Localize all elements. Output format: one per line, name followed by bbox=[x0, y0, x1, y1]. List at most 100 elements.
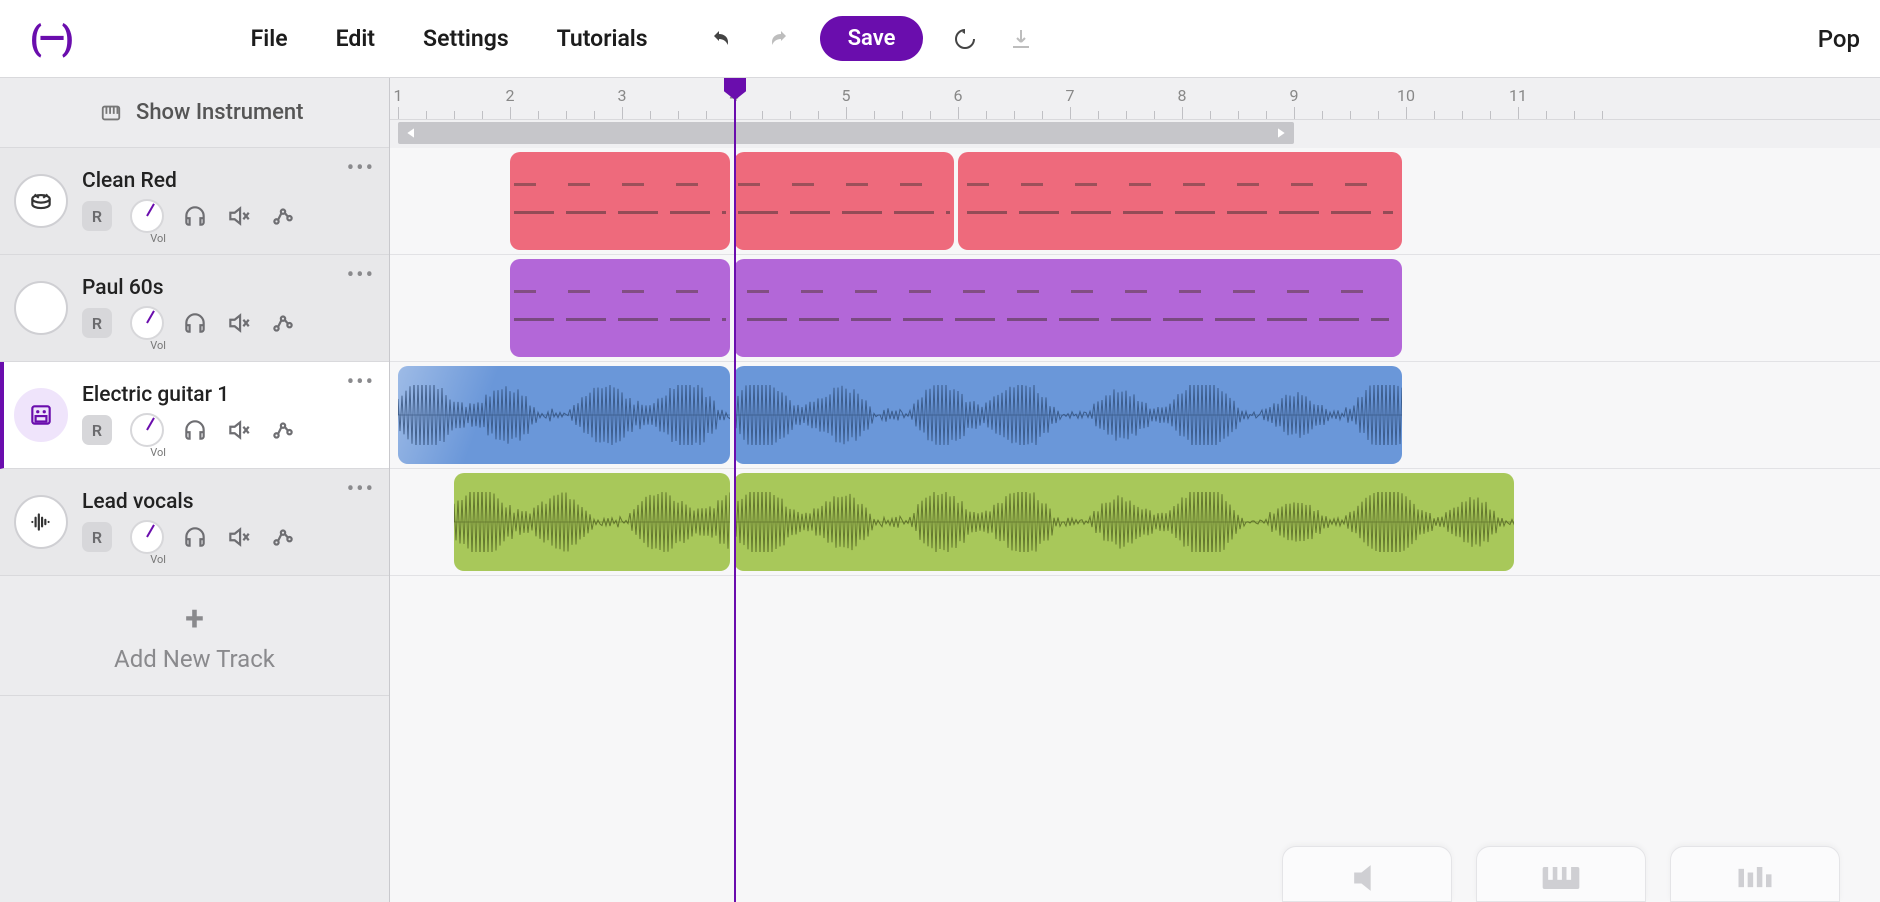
top-toolbar: (—) File Edit Settings Tutorials Save Po… bbox=[0, 0, 1880, 78]
undo-button[interactable] bbox=[708, 25, 736, 53]
ruler-number: 11 bbox=[1509, 86, 1527, 105]
menu-tutorials[interactable]: Tutorials bbox=[557, 25, 648, 52]
track-options-button[interactable]: ••• bbox=[347, 370, 375, 395]
mute-icon bbox=[226, 310, 252, 336]
mute-button[interactable] bbox=[226, 524, 252, 550]
download-button[interactable] bbox=[1007, 25, 1035, 53]
main-menu: File Edit Settings Tutorials bbox=[251, 25, 648, 52]
loop-range-bar[interactable] bbox=[390, 120, 1880, 148]
track-instrument-icon[interactable] bbox=[14, 281, 68, 335]
ruler-number: 2 bbox=[506, 86, 515, 105]
clip[interactable] bbox=[510, 152, 730, 250]
record-arm-button[interactable]: R bbox=[82, 308, 112, 338]
track-instrument-icon[interactable] bbox=[14, 388, 68, 442]
track-info: Paul 60s R Vol bbox=[82, 276, 375, 340]
track-info: Lead vocals R Vol bbox=[82, 490, 375, 554]
volume-knob[interactable]: Vol bbox=[130, 199, 164, 233]
playhead[interactable] bbox=[734, 78, 736, 902]
loop-end-arrow-icon bbox=[1272, 125, 1288, 141]
ruler-number: 3 bbox=[618, 86, 627, 105]
timeline-area: 1234567891011 bbox=[390, 78, 1880, 902]
automation-button[interactable] bbox=[270, 417, 296, 443]
mute-button[interactable] bbox=[226, 203, 252, 229]
track-instrument-icon[interactable] bbox=[14, 174, 68, 228]
project-name[interactable]: Pop bbox=[1818, 25, 1860, 53]
menu-edit[interactable]: Edit bbox=[336, 25, 375, 52]
automation-icon bbox=[270, 524, 296, 550]
mute-icon bbox=[226, 203, 252, 229]
headphones-icon bbox=[182, 524, 208, 550]
add-track-button[interactable]: + Add New Track bbox=[0, 576, 389, 696]
automation-icon bbox=[270, 310, 296, 336]
record-arm-button[interactable]: R bbox=[82, 522, 112, 552]
ruler-number: 1 bbox=[394, 86, 403, 105]
clip[interactable] bbox=[958, 152, 1402, 250]
mute-button[interactable] bbox=[226, 310, 252, 336]
menu-file[interactable]: File bbox=[251, 25, 288, 52]
track-lane[interactable] bbox=[390, 255, 1880, 362]
save-button[interactable]: Save bbox=[820, 16, 924, 61]
headphones-icon bbox=[182, 310, 208, 336]
track-controls: R Vol bbox=[82, 413, 375, 447]
record-arm-button[interactable]: R bbox=[82, 201, 112, 231]
track-lane[interactable] bbox=[390, 362, 1880, 469]
clip[interactable] bbox=[734, 473, 1514, 571]
clip[interactable] bbox=[454, 473, 730, 571]
track-lane[interactable] bbox=[390, 469, 1880, 576]
plus-icon: + bbox=[185, 599, 204, 639]
headphones-button[interactable] bbox=[182, 310, 208, 336]
track-instrument-icon[interactable] bbox=[14, 495, 68, 549]
clip[interactable] bbox=[734, 259, 1402, 357]
clip[interactable] bbox=[734, 366, 1402, 464]
volume-label: Vol bbox=[150, 446, 166, 459]
timeline-ruler[interactable]: 1234567891011 bbox=[390, 78, 1880, 120]
redo-button[interactable] bbox=[764, 25, 792, 53]
timeline-lanes[interactable] bbox=[390, 148, 1880, 576]
track-name-label: Paul 60s bbox=[82, 276, 375, 300]
ruler-number: 6 bbox=[954, 86, 963, 105]
volume-knob[interactable]: Vol bbox=[130, 520, 164, 554]
redo-icon bbox=[766, 27, 790, 51]
track-header[interactable]: Clean Red R Vol ••• bbox=[0, 148, 389, 255]
automation-button[interactable] bbox=[270, 524, 296, 550]
headphones-icon bbox=[182, 203, 208, 229]
clip[interactable] bbox=[734, 152, 954, 250]
dock-card-2[interactable] bbox=[1476, 846, 1646, 902]
headphones-button[interactable] bbox=[182, 524, 208, 550]
track-info: Clean Red R Vol bbox=[82, 169, 375, 233]
track-options-button[interactable]: ••• bbox=[347, 263, 375, 288]
history-button[interactable] bbox=[951, 25, 979, 53]
mixer-icon bbox=[1733, 863, 1777, 893]
clip[interactable] bbox=[510, 259, 730, 357]
waveform-icon bbox=[398, 385, 730, 445]
track-header[interactable]: Electric guitar 1 R Vol ••• bbox=[0, 362, 389, 469]
track-lane[interactable] bbox=[390, 148, 1880, 255]
track-header[interactable]: Lead vocals R Vol ••• bbox=[0, 469, 389, 576]
app-logo[interactable]: (—) bbox=[30, 19, 71, 59]
track-options-button[interactable]: ••• bbox=[347, 477, 375, 502]
volume-knob[interactable]: Vol bbox=[130, 306, 164, 340]
volume-label: Vol bbox=[150, 339, 166, 352]
show-instrument-button[interactable]: Show Instrument bbox=[0, 78, 389, 148]
track-name-label: Electric guitar 1 bbox=[82, 383, 375, 407]
waveform-icon bbox=[454, 492, 730, 552]
undo-icon bbox=[710, 27, 734, 51]
automation-button[interactable] bbox=[270, 310, 296, 336]
dock-card-1[interactable] bbox=[1282, 846, 1452, 902]
volume-knob[interactable]: Vol bbox=[130, 413, 164, 447]
mute-button[interactable] bbox=[226, 417, 252, 443]
dock-card-3[interactable] bbox=[1670, 846, 1840, 902]
loop-range-selection[interactable] bbox=[398, 122, 1294, 144]
headphones-button[interactable] bbox=[182, 203, 208, 229]
clip[interactable] bbox=[398, 366, 730, 464]
track-header[interactable]: Paul 60s R Vol ••• bbox=[0, 255, 389, 362]
track-options-button[interactable]: ••• bbox=[347, 156, 375, 181]
keyboard-icon bbox=[100, 102, 122, 124]
workspace: Show Instrument Clean Red R Vol ••• Paul… bbox=[0, 78, 1880, 902]
automation-icon bbox=[270, 203, 296, 229]
menu-settings[interactable]: Settings bbox=[423, 25, 509, 52]
automation-button[interactable] bbox=[270, 203, 296, 229]
record-arm-button[interactable]: R bbox=[82, 415, 112, 445]
headphones-button[interactable] bbox=[182, 417, 208, 443]
add-track-label: Add New Track bbox=[114, 645, 275, 673]
